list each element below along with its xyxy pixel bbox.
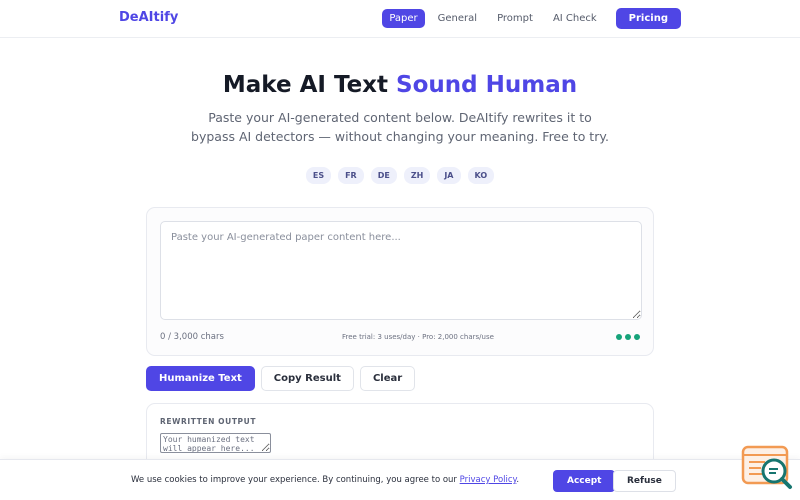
trial-note: Free trial: 3 uses/day · Pro: 2,000 char… <box>342 333 494 341</box>
title-main: Make AI Text <box>222 72 397 98</box>
language-chip-fr[interactable]: FR <box>338 167 364 184</box>
cookie-message: We use cookies to improve your experienc… <box>131 475 460 485</box>
language-chip-de[interactable]: DE <box>370 167 397 184</box>
nav-item-paper[interactable]: Paper <box>382 9 425 28</box>
char-counter: 0 / 3,000 chars <box>160 332 224 342</box>
clear-button[interactable]: Clear <box>359 366 416 391</box>
language-chips: ES FR DE ZH JA KO <box>0 167 800 184</box>
action-bar: Humanize Text Copy Result Clear <box>146 366 416 391</box>
status-dot <box>634 334 640 340</box>
status-dot <box>625 334 631 340</box>
language-chip-zh[interactable]: ZH <box>403 167 431 184</box>
paper-input[interactable] <box>160 221 642 320</box>
cookie-suffix: . <box>516 475 520 485</box>
title-accent: Sound Human <box>396 72 578 98</box>
refuse-cookies-button[interactable]: Refuse <box>613 470 676 492</box>
cookie-text: We use cookies to improve your experienc… <box>131 475 519 485</box>
status-dot <box>616 334 622 340</box>
output-textarea[interactable] <box>160 433 271 453</box>
nav-item-ai-check[interactable]: AI Check <box>546 9 604 28</box>
logo[interactable]: DeAItify <box>119 10 178 25</box>
status-dots <box>616 334 640 340</box>
language-chip-ko[interactable]: KO <box>467 167 495 184</box>
main-nav: Paper General Prompt AI Check Pricing <box>382 8 681 29</box>
top-header: DeAItify Paper General Prompt AI Check P… <box>0 0 800 38</box>
language-chip-ja[interactable]: JA <box>437 167 461 184</box>
humanize-button[interactable]: Humanize Text <box>146 366 255 391</box>
pricing-button[interactable]: Pricing <box>615 8 681 29</box>
privacy-policy-link[interactable]: Privacy Policy <box>460 475 517 485</box>
input-card: 0 / 3,000 chars Free trial: 3 uses/day ·… <box>146 207 654 356</box>
page-title: Make AI Text Sound Human <box>0 72 800 98</box>
cookie-banner: We use cookies to improve your experienc… <box>0 459 800 500</box>
page-subtitle: Paste your AI-generated content below. D… <box>191 110 609 144</box>
accept-cookies-button[interactable]: Accept <box>553 470 616 492</box>
copy-result-button[interactable]: Copy Result <box>260 366 354 391</box>
output-label: REWRITTEN OUTPUT <box>160 417 257 426</box>
chat-search-icon[interactable] <box>741 445 793 491</box>
nav-item-prompt[interactable]: Prompt <box>490 9 540 28</box>
language-chip-es[interactable]: ES <box>305 167 332 184</box>
nav-item-general[interactable]: General <box>431 9 484 28</box>
